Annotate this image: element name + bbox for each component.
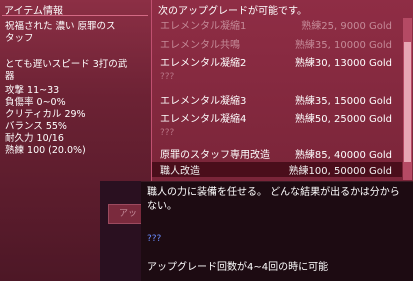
upgrade-row[interactable]: エレメンタル共鳴 熟練35, 10000 Gold [152,36,402,51]
item-type-line: とても遅いスピード 3打の武 [5,59,128,70]
item-info-divider [2,15,148,16]
upgrade-cost: 熟練85, 40000 Gold [294,150,392,161]
tooltip-description: 職人の力に装備を任せる。 どんな結果が出るかは分からない。 [147,187,400,212]
upgrade-list-scrollbar[interactable] [403,18,412,180]
upgrade-row[interactable]: エレメンタル凝縮2 熟練30, 13000 Gold [152,54,402,69]
stat-proficiency: 熟練 100 (20.0%) [5,145,86,156]
upgrade-row[interactable]: 原罪のスタッフ専用改造 熟練85, 40000 Gold [152,146,402,161]
upgrade-list-title: 次のアップグレードが可能です。 [158,6,307,17]
upgrade-row[interactable]: ??? [152,128,402,143]
tooltip-condition: アップグレード回数が4~4回の時に可能 [147,262,329,273]
upgrade-cost: 熟練35, 15000 Gold [294,96,392,107]
upgrade-cost: 熟練30, 13000 Gold [294,58,392,69]
upgrade-name: エレメンタル凝縮4 [160,114,247,125]
upgrade-row[interactable]: エレメンタル凝縮3 熟練35, 15000 Gold [152,92,402,107]
upgrade-cost: 熟練100, 50000 Gold [288,166,392,177]
upgrade-name: エレメンタル凝縮2 [160,58,247,69]
upgrade-row[interactable]: エレメンタル凝縮1 熟練25, 9000 Gold [152,17,402,32]
upgrade-list-panel: 次のアップグレードが可能です。 エレメンタル凝縮1 熟練25, 9000 Gol… [152,0,413,181]
upgrade-row-selected[interactable]: 職人改造 熟練100, 50000 Gold [152,162,402,177]
upgrade-name: 原罪のスタッフ専用改造 [160,150,270,161]
upgrade-name: エレメンタル凝縮3 [160,96,247,107]
scrollbar-thumb[interactable] [404,42,411,162]
upgrade-name: エレメンタル共鳴 [160,40,240,51]
upgrade-row[interactable]: ??? [152,72,402,87]
upgrade-cost: 熟練50, 25000 Gold [294,114,392,125]
tooltip-unknown: ??? [147,234,162,244]
upgrade-name: 職人改造 [160,166,200,177]
upgrade-window: アイテム情報 祝福された 濃い 原罪のス タッフ とても遅いスピード 3打の武 … [0,0,413,281]
upgrade-name: ??? [160,128,175,138]
upgrade-cost: 熟練35, 10000 Gold [294,40,392,51]
item-type-line: 器 [5,71,15,82]
upgrade-tooltip: 職人の力に装備を任せる。 どんな結果が出るかは分からない。 ??? アップグレー… [141,181,413,281]
item-name-line: タッフ [5,33,34,44]
upgrade-row[interactable]: エレメンタル凝縮4 熟練50, 25000 Gold [152,110,402,125]
upgrade-name: エレメンタル凝縮1 [160,21,247,32]
upgrade-name: ??? [160,72,175,82]
upgrade-cost: 熟練25, 9000 Gold [301,21,392,32]
